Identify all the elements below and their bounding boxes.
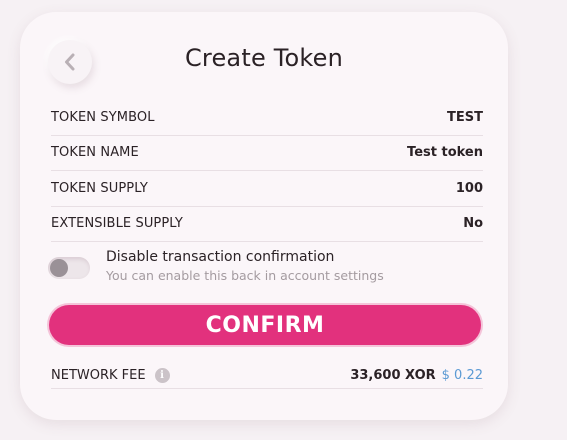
network-fee-value-group: 33,600 XOR $ 0.22 xyxy=(350,368,483,383)
detail-label: TOKEN SYMBOL xyxy=(51,109,155,125)
toggle-title: Disable transaction confirmation xyxy=(106,249,335,265)
info-icon[interactable]: i xyxy=(154,367,170,383)
toggle-knob xyxy=(50,259,68,277)
detail-label: TOKEN NAME xyxy=(51,145,139,161)
detail-value: Test token xyxy=(407,145,483,161)
toggle-subtitle: You can enable this back in account sett… xyxy=(106,268,384,283)
network-fee-label: NETWORK FEE xyxy=(51,367,146,383)
toggle-text: Disable transaction confirmation You can… xyxy=(106,248,384,286)
create-token-dialog: Create Token TOKEN SYMBOL TEST TOKEN NAM… xyxy=(20,12,508,420)
network-fee-amount: 33,600 XOR xyxy=(350,367,436,383)
detail-row-extensible-supply: EXTENSIBLE SUPPLY No xyxy=(51,207,483,242)
disable-confirmation-toggle[interactable] xyxy=(48,257,90,279)
confirm-button[interactable]: CONFIRM xyxy=(49,305,481,345)
detail-value: No xyxy=(463,216,483,232)
network-fee-label-group: NETWORK FEE i xyxy=(51,367,170,383)
token-details: TOKEN SYMBOL TEST TOKEN NAME Test token … xyxy=(51,100,483,242)
detail-row-token-symbol: TOKEN SYMBOL TEST xyxy=(51,100,483,136)
detail-value: 100 xyxy=(455,180,483,196)
disable-confirmation-setting: Disable transaction confirmation You can… xyxy=(48,248,488,288)
detail-value: TEST xyxy=(447,109,483,125)
network-fee-usd: $ 0.22 xyxy=(441,367,483,383)
detail-label: EXTENSIBLE SUPPLY xyxy=(51,216,183,232)
network-fee-row: NETWORK FEE i 33,600 XOR $ 0.22 xyxy=(51,362,483,389)
detail-row-token-name: TOKEN NAME Test token xyxy=(51,136,483,171)
detail-label: TOKEN SUPPLY xyxy=(51,180,148,196)
detail-row-token-supply: TOKEN SUPPLY 100 xyxy=(51,171,483,207)
page-title: Create Token xyxy=(184,44,344,72)
